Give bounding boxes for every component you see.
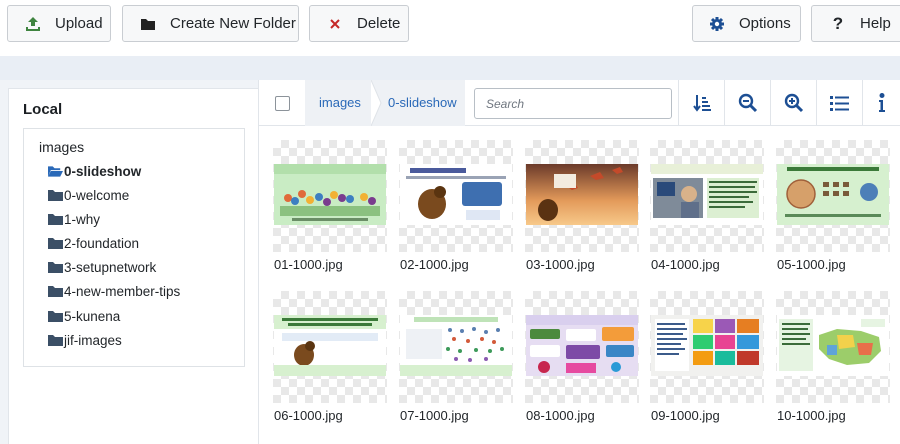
file-name: 03-1000.jpg (526, 257, 595, 272)
file-name: 02-1000.jpg (400, 257, 469, 272)
media-browser: images 0-slideshow Search 01-1000.jpg 02… (258, 80, 900, 444)
file-name: 05-1000.jpg (777, 257, 846, 272)
thumbnail (776, 140, 890, 252)
delete-button[interactable]: Delete (309, 5, 409, 42)
create-new-folder-label: Create New Folder (170, 15, 296, 32)
folder-icon (48, 310, 63, 323)
slide-image (274, 315, 386, 376)
slide-image (526, 164, 638, 225)
upload-label: Upload (55, 15, 103, 32)
tree-item-2-foundation[interactable]: 2-foundation (48, 232, 139, 254)
folder-icon (138, 14, 158, 34)
toolbar: Upload Create New Folder Delete Options … (0, 0, 900, 50)
options-button[interactable]: Options (692, 5, 801, 42)
tree-item-0-welcome[interactable]: 0-welcome (48, 184, 129, 206)
header-strip (0, 56, 900, 80)
slide-image (274, 164, 386, 225)
zoom-in-icon (784, 93, 803, 113)
list-view-button[interactable] (816, 80, 862, 126)
upload-button[interactable]: Upload (7, 5, 111, 42)
thumbnail (650, 140, 764, 252)
file-name: 04-1000.jpg (651, 257, 720, 272)
gear-icon (707, 14, 727, 34)
media-toolbar: images 0-slideshow Search (259, 80, 900, 126)
slide-image (777, 315, 889, 376)
info-icon (879, 93, 885, 112)
slide-image (651, 315, 763, 376)
upload-icon (23, 14, 43, 34)
sidebar: Local images 0-slideshow 0-welcome 1-why… (0, 80, 258, 444)
slide-image (651, 164, 763, 225)
thumbnail (525, 140, 639, 252)
sort-icon (692, 95, 711, 112)
thumbnail (399, 291, 513, 403)
thumbnail (650, 291, 764, 403)
tree-item-label: 4-new-member-tips (64, 283, 181, 299)
tree-item-label: 5-kunena (64, 308, 121, 324)
file-name: 08-1000.jpg (526, 408, 595, 423)
thumbnail (525, 291, 639, 403)
tree-item-3-setupnetwork[interactable]: 3-setupnetwork (48, 256, 156, 278)
folder-open-icon (48, 165, 63, 178)
tree-item-label: 1-why (64, 211, 101, 227)
zoom-in-button[interactable] (770, 80, 816, 126)
folder-icon (48, 189, 63, 202)
thumbnail (273, 140, 387, 252)
tree-item-label: jif-images (64, 332, 122, 348)
thumbnail (776, 291, 890, 403)
file-name: 01-1000.jpg (274, 257, 343, 272)
info-button[interactable] (862, 80, 900, 126)
zoom-out-button[interactable] (724, 80, 770, 126)
breadcrumb: images 0-slideshow (305, 80, 465, 126)
sort-button[interactable] (678, 80, 724, 126)
folder-icon (48, 285, 63, 298)
file-name: 06-1000.jpg (274, 408, 343, 423)
list-icon (829, 96, 849, 111)
thumbnail (273, 291, 387, 403)
search-input[interactable]: Search (474, 88, 672, 119)
tree-item-0-slideshow[interactable]: 0-slideshow (48, 160, 141, 182)
file-name: 10-1000.jpg (777, 408, 846, 423)
zoom-out-icon (738, 93, 757, 113)
file-name: 09-1000.jpg (651, 408, 720, 423)
breadcrumb-separator-icon (371, 80, 382, 126)
question-icon: ? (832, 13, 844, 33)
tree-item-4-new-member-tips[interactable]: 4-new-member-tips (48, 280, 180, 302)
tree-item-label: 2-foundation (64, 235, 140, 251)
breadcrumb-item-images[interactable]: images (319, 95, 361, 110)
tree-item-label: 0-slideshow (64, 163, 142, 179)
select-all-checkbox[interactable] (275, 96, 290, 111)
sidebar-title: Local (23, 101, 63, 118)
folder-icon (48, 334, 63, 347)
sidebar-card: Local images 0-slideshow 0-welcome 1-why… (8, 88, 258, 444)
slide-image (400, 315, 512, 376)
tree-item-label: 3-setupnetwork (64, 259, 157, 275)
options-label: Options (739, 15, 791, 32)
breadcrumb-item-0-slideshow[interactable]: 0-slideshow (388, 95, 457, 110)
tree-root-images[interactable]: images (39, 139, 84, 155)
file-name: 07-1000.jpg (400, 408, 469, 423)
slide-image (777, 164, 889, 225)
folder-icon (48, 237, 63, 250)
tree-item-5-kunena[interactable]: 5-kunena (48, 305, 120, 327)
folder-icon (48, 261, 63, 274)
thumbnail-grid: 01-1000.jpg 02-1000.jpg 03-1000.jpg 04-1… (259, 126, 900, 444)
delete-label: Delete (357, 15, 401, 32)
slide-image (400, 164, 512, 225)
help-label: Help (860, 15, 891, 32)
slide-image (526, 315, 638, 376)
folder-tree: images 0-slideshow 0-welcome 1-why 2-fou… (23, 128, 245, 367)
create-new-folder-button[interactable]: Create New Folder (122, 5, 299, 42)
help-button[interactable]: ? Help (811, 5, 900, 42)
tree-item-jif-images[interactable]: jif-images (48, 329, 122, 351)
tree-item-1-why[interactable]: 1-why (48, 208, 100, 230)
folder-icon (48, 213, 63, 226)
tree-item-label: 0-welcome (64, 187, 130, 203)
close-icon (325, 14, 345, 34)
thumbnail (399, 140, 513, 252)
